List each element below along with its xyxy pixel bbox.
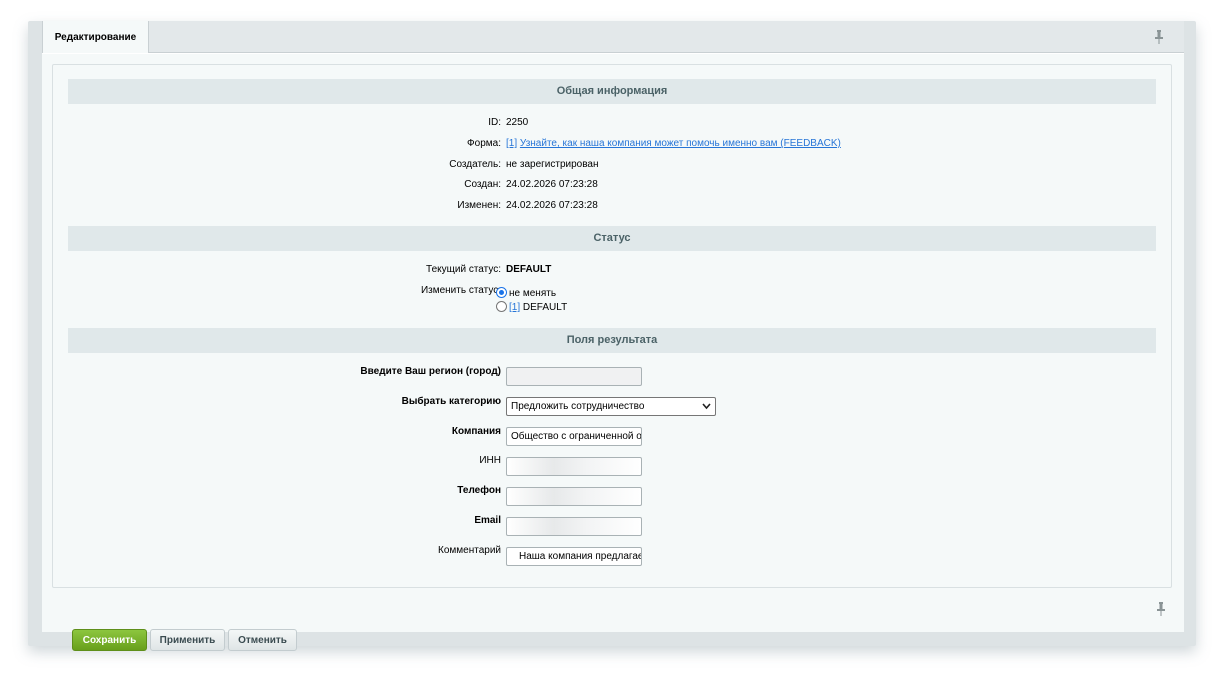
category-select[interactable]: Предложить сотрудничество <box>506 397 716 416</box>
region-label: Введите Ваш регион (город) <box>360 366 501 377</box>
modified-value: 24.02.2026 07:23:28 <box>506 200 598 211</box>
modified-label: Изменен: <box>457 200 501 211</box>
save-button[interactable]: Сохранить <box>72 629 147 651</box>
radio-default[interactable] <box>496 301 507 312</box>
pin-icon[interactable] <box>1156 602 1166 616</box>
phone-input[interactable] <box>506 487 642 506</box>
company-input[interactable]: Общество с ограниченной ответственностью <box>506 427 642 446</box>
created-label: Создан: <box>464 179 501 190</box>
section-header-status: Статус <box>68 226 1156 251</box>
edit-panel: Общая информация ID: 2250 Форма: [1] Узн… <box>42 53 1184 651</box>
form-label: Форма: <box>467 138 501 149</box>
status-option-default-id[interactable]: [1] <box>509 302 520 313</box>
inn-input[interactable] <box>506 457 642 476</box>
chevron-down-icon <box>702 398 711 421</box>
inn-label: ИНН <box>479 455 501 466</box>
comment-label: Комментарий <box>438 545 501 556</box>
current-status-label: Текущий статус: <box>426 264 501 275</box>
status-option-default-label: DEFAULT <box>522 302 568 313</box>
form-id-link[interactable]: [1] <box>506 138 517 149</box>
region-input[interactable] <box>506 367 642 386</box>
status-option-default[interactable]: [1] DEFAULT <box>496 301 567 313</box>
form-name-link[interactable]: Узнайте, как наша компания может помочь … <box>520 138 841 149</box>
creator-value: не зарегистрирован <box>506 159 599 170</box>
status-option-keep[interactable]: не менять <box>496 287 556 299</box>
pin-icon[interactable] <box>1154 30 1164 44</box>
section-header-general: Общая информация <box>68 79 1156 104</box>
tab-bar: Редактирование <box>42 21 1184 53</box>
form-value: [1] Узнайте, как наша компания может пом… <box>506 138 841 149</box>
created-value: 24.02.2026 07:23:28 <box>506 179 598 190</box>
email-input[interactable] <box>506 517 642 536</box>
id-label: ID: <box>488 117 501 128</box>
edit-window: Редактирование Общая информация ID: 2250… <box>28 21 1196 651</box>
comment-textarea[interactable]: Наша компания предлагает <box>506 547 642 566</box>
apply-button[interactable]: Применить <box>150 629 225 651</box>
creator-label: Создатель: <box>449 159 501 170</box>
category-select-value: Предложить сотрудничество <box>511 401 645 412</box>
id-value: 2250 <box>506 117 529 128</box>
category-label: Выбрать категорию <box>401 396 501 407</box>
email-label: Email <box>474 515 501 526</box>
cancel-button[interactable]: Отменить <box>228 629 297 651</box>
form-container: Общая информация ID: 2250 Форма: [1] Узн… <box>52 64 1172 588</box>
change-status-label: Изменить статус: <box>420 285 501 296</box>
tab-edit[interactable]: Редактирование <box>42 21 149 53</box>
radio-keep[interactable] <box>496 287 507 298</box>
section-header-result-fields: Поля результата <box>68 328 1156 353</box>
status-option-keep-label: не менять <box>509 288 557 299</box>
phone-label: Телефон <box>457 485 501 496</box>
company-label: Компания <box>451 426 501 437</box>
current-status-value: DEFAULT <box>506 264 552 275</box>
